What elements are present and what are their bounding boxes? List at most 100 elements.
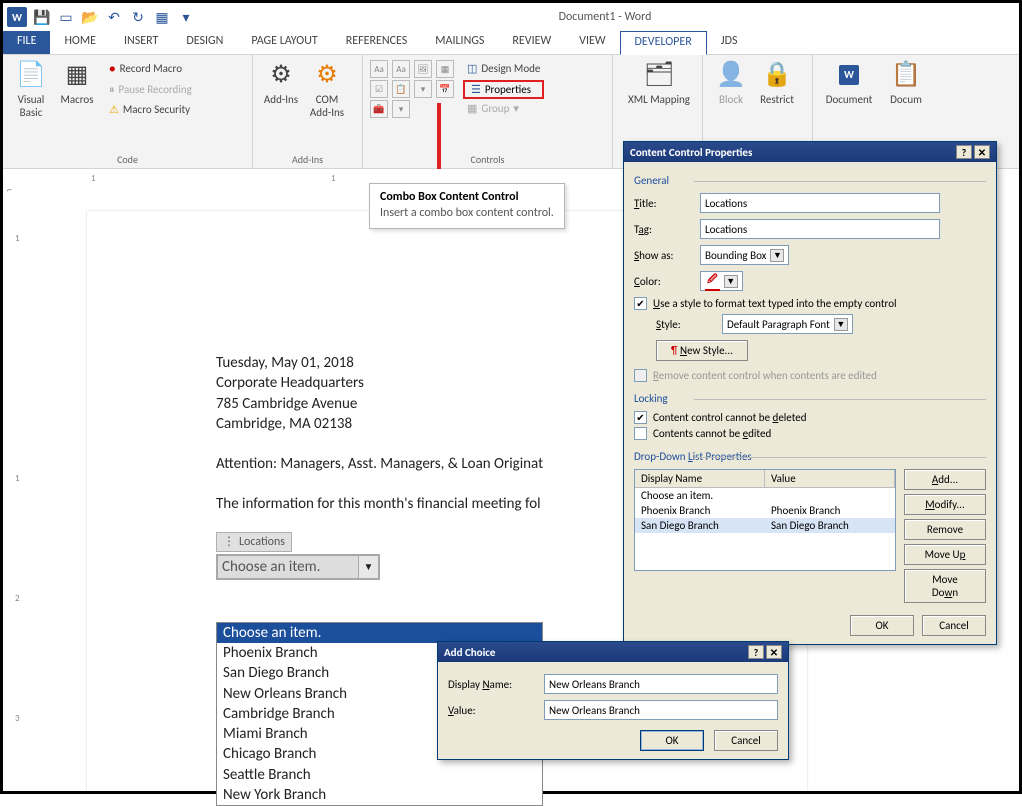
qat-more-icon[interactable]: ▾: [177, 8, 195, 26]
dropdown-listbox[interactable]: Display Name Value Choose an item. Phoen…: [634, 469, 896, 571]
remove-button[interactable]: Remove: [904, 519, 986, 540]
content-control-combo[interactable]: Choose an item. ▼: [216, 554, 380, 580]
document-panel-button[interactable]: 📋 Docum: [881, 59, 931, 106]
title-input[interactable]: [700, 193, 940, 213]
tab-page-layout[interactable]: PAGE LAYOUT: [237, 31, 331, 54]
legacy-form-icon[interactable]: ▾: [392, 100, 410, 118]
tag-label: Tag:: [634, 223, 694, 236]
content-control-properties-dialog: Content Control Properties ? ✕ General T…: [623, 141, 997, 645]
macro-security[interactable]: ⚠Macro Security: [105, 100, 196, 121]
dropdown-control-icon[interactable]: ▾: [414, 80, 432, 98]
undo-icon[interactable]: ↶: [105, 8, 123, 26]
new-icon[interactable]: ▭: [57, 8, 75, 26]
tooltip-title: Combo Box Content Control: [380, 190, 554, 204]
lock-delete-checkbox[interactable]: ✔Content control cannot be deleted: [634, 411, 986, 424]
use-style-checkbox[interactable]: ✔Use a style to format text typed into t…: [634, 297, 986, 310]
redo-icon[interactable]: ↻: [129, 8, 147, 26]
cc-handle-icon: ⋮: [223, 534, 235, 550]
document-template-button[interactable]: W Document: [819, 59, 879, 106]
tab-file[interactable]: FILE: [3, 31, 50, 54]
title-label: Title:: [634, 197, 694, 210]
move-up-button[interactable]: Move Up: [904, 544, 986, 565]
cancel-button[interactable]: Cancel: [922, 615, 986, 636]
cc-dropdown-button[interactable]: ▼: [358, 556, 378, 578]
tab-view[interactable]: VIEW: [565, 31, 619, 54]
close-icon[interactable]: ✕: [974, 145, 990, 159]
code-group-label: Code: [9, 151, 246, 166]
rich-text-control-icon[interactable]: Aa: [370, 60, 388, 78]
controls-group-label: Controls: [369, 151, 606, 166]
ok-button[interactable]: OK: [640, 730, 704, 751]
content-control-header[interactable]: ⋮ Locations: [216, 532, 292, 552]
help-icon[interactable]: ?: [956, 145, 972, 159]
combobox-control-icon[interactable]: 📋: [392, 80, 410, 98]
table-icon[interactable]: ▦: [153, 8, 171, 26]
list-row-2[interactable]: San Diego Branch San Diego Branch: [635, 518, 895, 533]
quick-access-toolbar: W 💾 ▭ 📂 ↶ ↻ ▦ ▾: [7, 7, 195, 27]
plain-text-control-icon[interactable]: Aa: [392, 60, 410, 78]
record-macro[interactable]: ●Record Macro: [105, 59, 196, 80]
close-icon[interactable]: ✕: [766, 645, 782, 659]
visual-basic-button[interactable]: 📄 Visual Basic: [9, 59, 53, 121]
date-control-icon[interactable]: 📅: [436, 80, 454, 98]
tab-review[interactable]: REVIEW: [498, 31, 565, 54]
addins-group-label: Add-Ins: [259, 151, 356, 166]
picture-control-icon[interactable]: 🖼: [414, 60, 432, 78]
window-title: Document1 - Word: [195, 10, 1015, 24]
showas-dropdown[interactable]: Bounding Box▼: [700, 245, 789, 265]
block-button[interactable]: 👤 Block: [709, 59, 753, 106]
doc-panel-icon: 📋: [890, 59, 922, 91]
chevron-down-icon: ▼: [724, 275, 738, 288]
cancel-button[interactable]: Cancel: [714, 730, 778, 751]
legacy-controls-icon[interactable]: 🧰: [370, 100, 388, 118]
doc-line3: Cambridge, MA 02138: [216, 414, 543, 434]
macros-button[interactable]: ▦ Macros: [55, 59, 99, 121]
value-input[interactable]: [544, 700, 778, 720]
col-value: Value: [765, 470, 895, 488]
chevron-down-icon: ▼: [834, 318, 848, 331]
tab-jds[interactable]: JDS: [707, 31, 752, 54]
com-addins-button[interactable]: ⚙ COM Add-Ins: [305, 59, 349, 119]
color-picker[interactable]: 🖉▼: [700, 271, 743, 291]
building-block-control-icon[interactable]: ▦: [436, 60, 454, 78]
vb-icon: 📄: [15, 59, 47, 91]
tab-home[interactable]: HOME: [50, 31, 110, 54]
tab-design[interactable]: DESIGN: [172, 31, 237, 54]
tab-references[interactable]: REFERENCES: [332, 31, 422, 54]
tab-mailings[interactable]: MAILINGS: [421, 31, 498, 54]
properties-button[interactable]: ☰Properties: [463, 80, 544, 99]
modify-button[interactable]: Modify...: [904, 494, 986, 515]
cc-option-8[interactable]: New York Branch: [217, 785, 542, 805]
doc-date: Tuesday, May 01, 2018: [216, 353, 543, 373]
style-dropdown[interactable]: Default Paragraph Font▼: [722, 314, 853, 334]
list-row-1[interactable]: Phoenix Branch Phoenix Branch: [635, 503, 895, 518]
tab-developer[interactable]: DEVELOPER: [620, 31, 707, 55]
combo-box-tooltip: Combo Box Content Control Insert a combo…: [369, 183, 565, 229]
addchoice-titlebar[interactable]: Add Choice ? ✕: [438, 642, 788, 662]
save-icon[interactable]: 💾: [33, 8, 51, 26]
addins-button[interactable]: ⚙ Add-Ins: [259, 59, 303, 119]
tag-input[interactable]: [700, 219, 940, 239]
add-button[interactable]: Add...: [904, 469, 986, 490]
group-button: ▦Group▾: [463, 99, 544, 120]
restrict-button[interactable]: 🔒 Restrict: [755, 59, 799, 106]
open-icon[interactable]: 📂: [81, 8, 99, 26]
block-icon: 👤: [715, 59, 747, 91]
com-addins-icon: ⚙: [311, 59, 343, 91]
ccprops-titlebar[interactable]: Content Control Properties ? ✕: [624, 142, 996, 162]
move-down-button[interactable]: Move Down: [904, 569, 986, 603]
tab-insert[interactable]: INSERT: [110, 31, 172, 54]
checkbox-control-icon[interactable]: ☑: [370, 80, 388, 98]
doc-info: The information for this month's financi…: [216, 494, 543, 514]
xml-mapping-button[interactable]: 🗂 XML Mapping: [619, 59, 699, 106]
help-icon[interactable]: ?: [748, 645, 764, 659]
macros-label: Macros: [60, 93, 93, 106]
list-row-0[interactable]: Choose an item.: [635, 488, 895, 503]
general-group: General: [634, 174, 986, 187]
new-style-button[interactable]: ¶ New Style...: [656, 340, 748, 361]
lock-edit-checkbox[interactable]: Contents cannot be edited: [634, 427, 986, 440]
cc-option-7[interactable]: Seattle Branch: [217, 765, 542, 785]
display-name-input[interactable]: [544, 674, 778, 694]
design-mode[interactable]: ◫Design Mode: [463, 59, 544, 80]
ok-button[interactable]: OK: [850, 615, 914, 636]
